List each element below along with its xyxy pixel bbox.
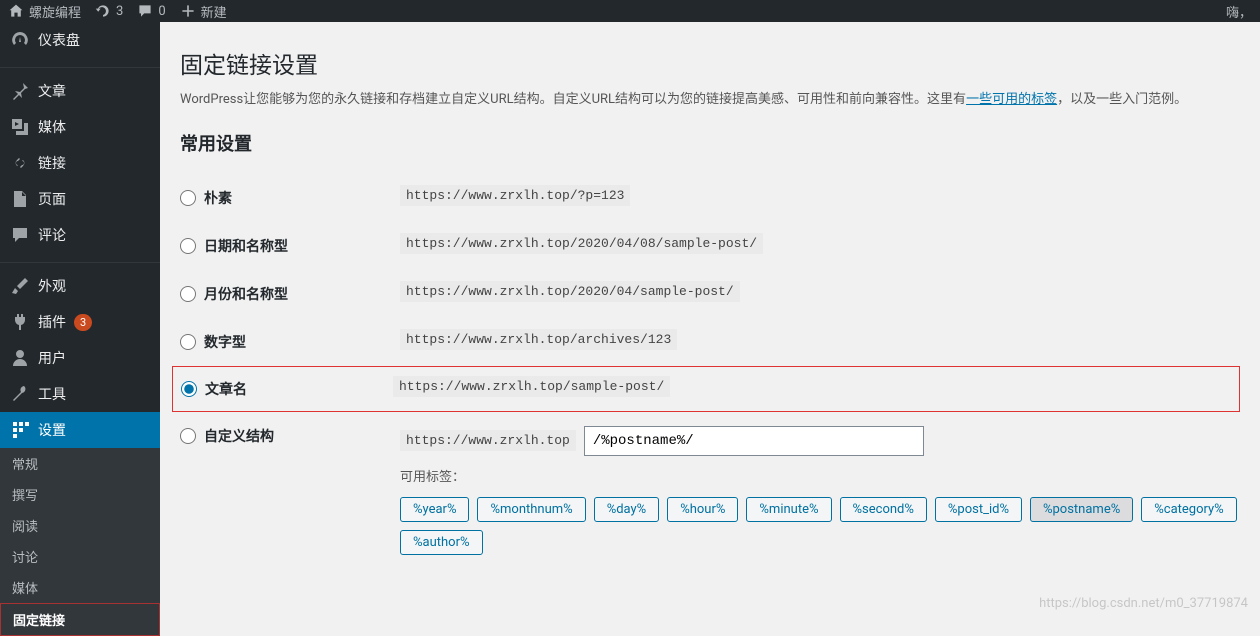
option-month-name-label[interactable]: 月份和名称型 [180, 284, 400, 304]
toolbar-greeting[interactable]: 嗨， [1226, 2, 1252, 21]
comments-count: 0 [158, 4, 165, 19]
submenu-permalinks[interactable]: 固定链接 [0, 603, 160, 636]
menu-label: 文章 [38, 81, 66, 101]
admin-sidebar: 仪表盘 文章 媒体 链接 页面 评论 外观 插件 3 用户 工具 设置 常规 撰写… [0, 22, 160, 617]
settings-submenu: 常规 撰写 阅读 讨论 媒体 固定链接 [0, 448, 160, 636]
dashboard-icon [10, 30, 30, 50]
menu-label: 仪表盘 [38, 30, 80, 50]
comment-icon [10, 225, 30, 245]
menu-label: 链接 [38, 153, 66, 173]
home-icon [8, 3, 24, 19]
admin-toolbar: 螺旋编程 3 0 新建 嗨， [0, 0, 1260, 22]
tag-monthnum[interactable]: %monthnum% [477, 497, 585, 522]
new-label: 新建 [201, 2, 227, 21]
menu-comments[interactable]: 评论 [0, 217, 160, 253]
option-postname-label[interactable]: 文章名 [173, 379, 393, 399]
user-icon [10, 348, 30, 368]
tag-minute[interactable]: %minute% [746, 497, 831, 522]
url-postname: https://www.zrxlh.top/sample-post/ [393, 376, 670, 397]
radio-day-name[interactable] [180, 238, 196, 254]
menu-label: 用户 [38, 348, 66, 368]
url-month-name: https://www.zrxlh.top/2020/04/sample-pos… [400, 281, 740, 302]
tag-author[interactable]: %author% [400, 530, 483, 555]
submenu-general[interactable]: 常规 [0, 448, 160, 479]
menu-pages[interactable]: 页面 [0, 181, 160, 217]
tags-link[interactable]: 一些可用的标签 [966, 92, 1057, 107]
option-month-name: 月份和名称型 https://www.zrxlh.top/2020/04/sam… [180, 270, 1240, 318]
menu-label: 工具 [38, 384, 66, 404]
menu-label: 设置 [38, 420, 66, 440]
tag-category[interactable]: %category% [1141, 497, 1236, 522]
option-plain: 朴素 https://www.zrxlh.top/?p=123 [180, 174, 1240, 222]
toolbar-updates[interactable]: 3 [95, 3, 123, 19]
menu-tools[interactable]: 工具 [0, 376, 160, 412]
tag-postname[interactable]: %postname% [1030, 497, 1133, 522]
radio-custom[interactable] [180, 428, 196, 444]
option-numeric-label[interactable]: 数字型 [180, 332, 400, 352]
menu-label: 评论 [38, 225, 66, 245]
comment-icon [137, 3, 153, 19]
option-custom: 自定义结构 https://www.zrxlh.top 可用标签： %year%… [180, 412, 1240, 569]
toolbar-comments[interactable]: 0 [137, 3, 165, 19]
custom-structure-input[interactable] [584, 426, 924, 456]
option-plain-label[interactable]: 朴素 [180, 188, 400, 208]
menu-settings[interactable]: 设置 [0, 412, 160, 448]
tag-second[interactable]: %second% [840, 497, 927, 522]
tag-year[interactable]: %year% [400, 497, 469, 522]
common-settings-heading: 常用设置 [180, 130, 1240, 156]
menu-links[interactable]: 链接 [0, 145, 160, 181]
tag-hour[interactable]: %hour% [667, 497, 738, 522]
toolbar-new[interactable]: 新建 [180, 2, 227, 21]
radio-postname[interactable] [181, 381, 197, 397]
menu-plugins[interactable]: 插件 3 [0, 304, 160, 340]
option-day-name: 日期和名称型 https://www.zrxlh.top/2020/04/08/… [180, 222, 1240, 270]
option-day-name-label[interactable]: 日期和名称型 [180, 236, 400, 256]
custom-prefix: https://www.zrxlh.top [400, 430, 576, 451]
greeting-text: 嗨， [1226, 2, 1252, 21]
available-tags-label: 可用标签： [400, 466, 1240, 485]
url-day-name: https://www.zrxlh.top/2020/04/08/sample-… [400, 233, 763, 254]
updates-count: 3 [116, 4, 123, 19]
menu-dashboard[interactable]: 仪表盘 [0, 22, 160, 58]
plus-icon [180, 3, 196, 19]
radio-month-name[interactable] [180, 286, 196, 302]
page-title: 固定链接设置 [180, 46, 1240, 80]
menu-label: 插件 [38, 312, 66, 332]
menu-label: 页面 [38, 189, 66, 209]
plugin-icon [10, 312, 30, 332]
radio-plain[interactable] [180, 190, 196, 206]
menu-appearance[interactable]: 外观 [0, 268, 160, 304]
menu-users[interactable]: 用户 [0, 340, 160, 376]
tag-buttons: %year% %monthnum% %day% %hour% %minute% … [400, 497, 1240, 555]
update-icon [95, 3, 111, 19]
submenu-reading[interactable]: 阅读 [0, 510, 160, 541]
plugin-badge: 3 [74, 314, 92, 331]
menu-label: 外观 [38, 276, 66, 296]
tag-post-id[interactable]: %post_id% [935, 497, 1022, 522]
submenu-writing[interactable]: 撰写 [0, 479, 160, 510]
menu-posts[interactable]: 文章 [0, 73, 160, 109]
tools-icon [10, 384, 30, 404]
option-postname: 文章名 https://www.zrxlh.top/sample-post/ [172, 366, 1240, 412]
settings-icon [10, 420, 30, 440]
url-plain: https://www.zrxlh.top/?p=123 [400, 185, 630, 206]
radio-numeric[interactable] [180, 334, 196, 350]
site-name: 螺旋编程 [29, 2, 81, 21]
tag-day[interactable]: %day% [594, 497, 660, 522]
link-icon [10, 153, 30, 173]
page-icon [10, 189, 30, 209]
main-content: 固定链接设置 WordPress让您能够为您的永久链接和存档建立自定义URL结构… [160, 22, 1260, 617]
toolbar-site[interactable]: 螺旋编程 [8, 2, 81, 21]
option-numeric: 数字型 https://www.zrxlh.top/archives/123 [180, 318, 1240, 366]
url-numeric: https://www.zrxlh.top/archives/123 [400, 329, 677, 350]
pin-icon [10, 81, 30, 101]
page-description: WordPress让您能够为您的永久链接和存档建立自定义URL结构。自定义URL… [180, 90, 1240, 110]
option-custom-label[interactable]: 自定义结构 [180, 426, 400, 446]
submenu-media[interactable]: 媒体 [0, 572, 160, 603]
media-icon [10, 117, 30, 137]
menu-label: 媒体 [38, 117, 66, 137]
submenu-discussion[interactable]: 讨论 [0, 541, 160, 572]
brush-icon [10, 276, 30, 296]
menu-media[interactable]: 媒体 [0, 109, 160, 145]
